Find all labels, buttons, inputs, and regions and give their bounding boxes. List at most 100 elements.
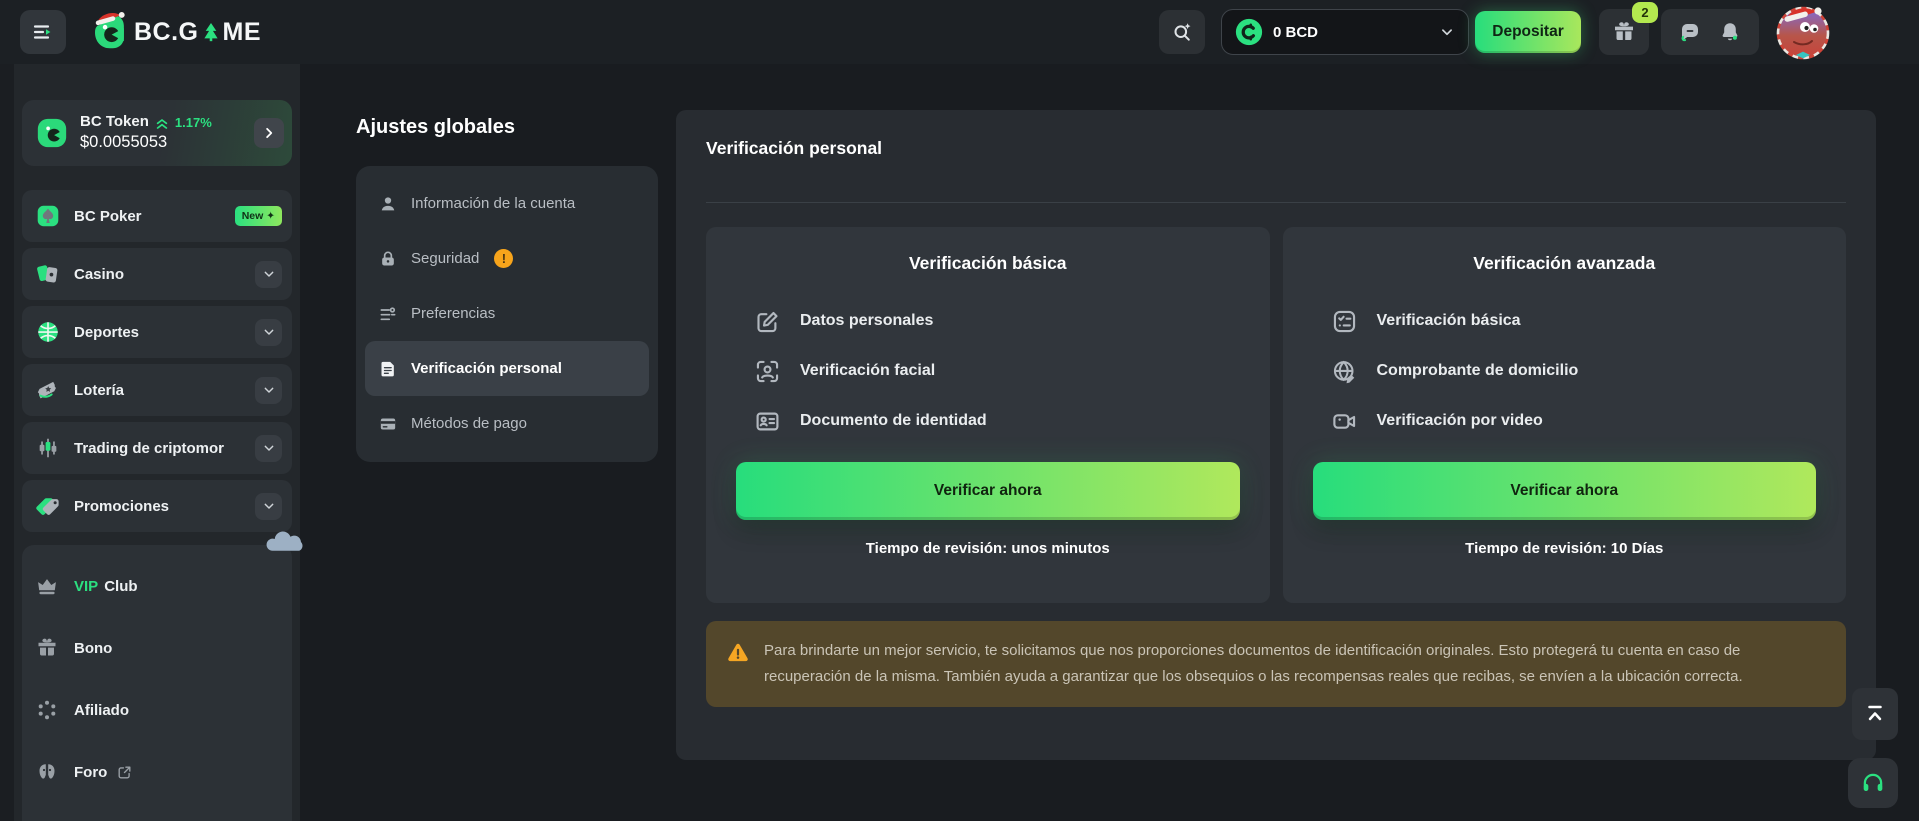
sidebar-item-loteria[interactable]: Lotería <box>22 364 292 416</box>
checklist-icon <box>1331 308 1358 335</box>
settings-item-preferencias[interactable]: Preferencias <box>365 286 649 341</box>
security-warning-badge: ! <box>494 249 513 268</box>
verification-step-label: Verificación básica <box>1377 312 1521 330</box>
token-expand-button[interactable] <box>254 118 284 148</box>
expand-chevron-button[interactable] <box>255 319 282 346</box>
headset-icon <box>1860 770 1886 796</box>
sidebar-item-foro[interactable]: Foro <box>35 741 282 803</box>
sidebar-secondary-group: VIP Club Bono Afiliado Foro <box>22 545 292 821</box>
verification-step: Datos personales <box>754 296 1240 346</box>
user-icon <box>378 194 398 214</box>
chevron-down-icon <box>261 382 277 398</box>
settings-item-label: Seguridad <box>411 250 479 267</box>
sidebar-item-label: Trading de criptomor <box>74 440 224 457</box>
card-title: Verificación avanzada <box>1313 253 1817 274</box>
logo-text-right: ME <box>223 18 262 47</box>
verify-now-advanced-button[interactable]: Verificar ahora <box>1313 462 1817 520</box>
sidebar-item-label: BC Poker <box>74 208 142 225</box>
gift-icon <box>1612 20 1636 44</box>
top-header: BC.G ME 0 BCD Depositar 2 <box>0 0 1919 64</box>
warning-triangle-icon <box>726 641 750 665</box>
notifications-button[interactable] <box>1718 20 1742 44</box>
search-button[interactable] <box>1159 10 1205 54</box>
divider <box>706 202 1846 203</box>
sidebar: BC Token 1.17% $0.0055053 BC Poker New ✦… <box>0 64 300 821</box>
scroll-to-top-button[interactable] <box>1852 688 1898 740</box>
document-icon <box>378 359 398 379</box>
token-name: BC Token <box>80 113 149 132</box>
settings-item-metodos-de-pago[interactable]: Métodos de pago <box>365 396 649 451</box>
settings-item-informacion-de-la-cuenta[interactable]: Información de la cuenta <box>365 176 649 231</box>
price-tags-icon <box>35 493 61 519</box>
settings-item-label: Métodos de pago <box>411 415 527 432</box>
wallet-balance: 0 BCD <box>1273 24 1318 41</box>
verification-cards: Verificación básica Datos personales Ver… <box>706 227 1846 603</box>
verification-step-label: Verificación por video <box>1377 412 1543 430</box>
verification-step: Comprobante de domicilio <box>1331 346 1817 396</box>
chat-button[interactable] <box>1678 20 1702 44</box>
sidebar-item-label: Afiliado <box>74 702 129 719</box>
bc-token-card[interactable]: BC Token 1.17% $0.0055053 <box>22 100 292 166</box>
sidebar-item-label: Deportes <box>74 324 139 341</box>
globe-edit-icon <box>1331 358 1358 385</box>
expand-chevron-button[interactable] <box>255 261 282 288</box>
documents-notice: Para brindarte un mejor servicio, te sol… <box>706 621 1846 707</box>
external-link-icon <box>116 764 133 781</box>
token-info: BC Token 1.17% $0.0055053 <box>80 113 212 152</box>
chevron-down-icon <box>1438 23 1456 41</box>
token-price: $0.0055053 <box>80 132 212 153</box>
verify-now-basic-button[interactable]: Verificar ahora <box>736 462 1240 520</box>
chat-bubble-icon <box>1678 20 1702 44</box>
bc-coin-icon <box>1234 17 1264 47</box>
bcgame-logo[interactable]: BC.G ME <box>88 10 261 54</box>
gift-box-icon <box>35 636 59 660</box>
user-avatar[interactable] <box>1775 4 1831 60</box>
chevron-down-icon <box>261 266 277 282</box>
verification-panel: Verificación personal Verificación básic… <box>676 110 1876 760</box>
settings-item-verificacion-personal[interactable]: Verificación personal <box>365 341 649 396</box>
settings-item-label: Preferencias <box>411 305 495 322</box>
currency-selector[interactable]: 0 BCD <box>1221 9 1469 55</box>
affiliate-network-icon <box>35 698 59 722</box>
tree-icon <box>200 20 222 44</box>
verification-step: Verificación por video <box>1331 396 1817 446</box>
bc-token-icon <box>35 116 69 150</box>
sidebar-item-label: Foro <box>74 764 107 781</box>
settings-item-label: Información de la cuenta <box>411 195 575 212</box>
sidebar-item-vip-club[interactable]: VIP Club <box>35 555 282 617</box>
verification-step: Verificación facial <box>754 346 1240 396</box>
hamburger-icon <box>31 20 55 44</box>
video-camera-icon <box>1331 408 1358 435</box>
sidebar-item-probablemente-justo[interactable]: Probablemente justo <box>35 803 282 821</box>
expand-chevron-button[interactable] <box>255 435 282 462</box>
content-area: Ajustes globales Información de la cuent… <box>300 64 1919 821</box>
scroll-to-top-icon <box>1863 702 1887 726</box>
verification-step: Verificación básica <box>1331 296 1817 346</box>
sidebar-item-trading[interactable]: Trading de criptomor <box>22 422 292 474</box>
chevron-right-icon <box>260 124 278 142</box>
settings-item-seguridad[interactable]: Seguridad ! <box>365 231 649 286</box>
page-title: Verificación personal <box>706 138 1846 159</box>
deposit-button[interactable]: Depositar <box>1475 11 1581 53</box>
poker-icon <box>35 203 61 229</box>
crown-icon <box>35 574 59 598</box>
sidebar-item-afiliado[interactable]: Afiliado <box>35 679 282 741</box>
sidebar-item-bc-poker[interactable]: BC Poker New ✦ <box>22 190 292 242</box>
sidebar-item-label: Bono <box>74 640 112 657</box>
sidebar-item-bono[interactable]: Bono <box>35 617 282 679</box>
settings-item-label: Verificación personal <box>411 360 562 377</box>
verification-step-label: Documento de identidad <box>800 412 987 430</box>
expand-chevron-button[interactable] <box>255 493 282 520</box>
sidebar-item-deportes[interactable]: Deportes <box>22 306 292 358</box>
bell-icon <box>1718 20 1742 44</box>
candlestick-icon <box>35 435 61 461</box>
menu-toggle-button[interactable] <box>20 10 66 54</box>
sidebar-item-promociones[interactable]: Promociones <box>22 480 292 532</box>
sidebar-item-casino[interactable]: Casino <box>22 248 292 300</box>
expand-chevron-button[interactable] <box>255 377 282 404</box>
sidebar-item-label: VIP Club <box>74 578 138 595</box>
support-button[interactable] <box>1848 758 1898 808</box>
bcgame-app: BC.G ME 0 BCD Depositar 2 <box>0 0 1919 821</box>
rewards-button[interactable]: 2 <box>1599 9 1649 55</box>
casino-cards-icon <box>35 261 61 287</box>
